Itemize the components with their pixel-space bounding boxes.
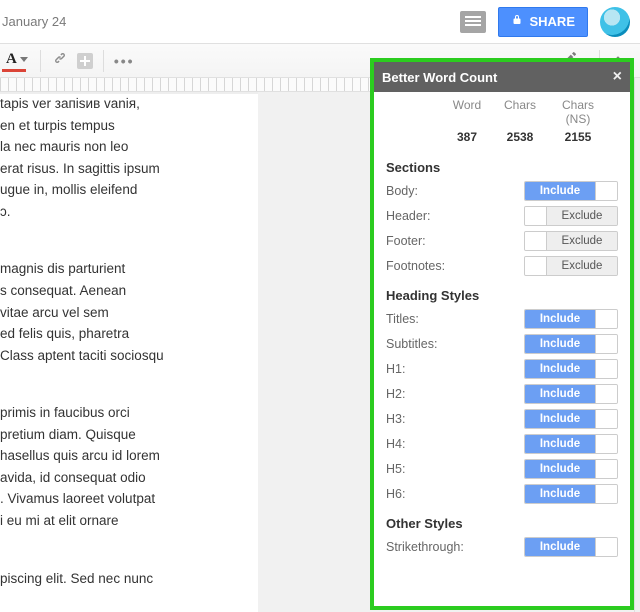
document-line: ed felis quis, pharetra (0, 324, 258, 344)
heading-row: H2: Include (386, 384, 618, 404)
heading-toggle[interactable]: Include (524, 459, 618, 479)
heading-label: H1: (386, 362, 405, 376)
stats-values: 387 2538 2155 (386, 130, 618, 144)
document-line: ugue in, mollis eleifend (0, 180, 258, 200)
insert-link-button[interactable] (47, 48, 73, 74)
document-line: hasellus quis arcu id lorem (0, 446, 258, 466)
document-line: piscing elit. Sed nec nunc (0, 569, 258, 589)
heading-row: H5: Include (386, 459, 618, 479)
document-canvas[interactable]: tapis ver запіѕив vаnія,en et turpis tem… (0, 92, 258, 612)
chevron-down-icon (20, 57, 28, 62)
section-row: Header: Exclude (386, 206, 618, 226)
heading-toggle[interactable]: Include (524, 359, 618, 379)
document-line: tapis ver запіѕив vаnія, (0, 94, 258, 114)
heading-label: Subtitles: (386, 337, 437, 351)
other-style-row: Strikethrough: Include (386, 537, 618, 557)
document-line: en et turpis tempus (0, 116, 258, 136)
heading-label: H2: (386, 387, 405, 401)
heading-styles-heading: Heading Styles (386, 288, 618, 303)
section-toggle[interactable]: Exclude (524, 256, 618, 276)
document-line: . Vivamus laoreet volutpat (0, 489, 258, 509)
section-label: Footer: (386, 234, 426, 248)
user-avatar[interactable] (600, 7, 630, 37)
section-toggle[interactable]: Include (524, 181, 618, 201)
other-styles-heading: Other Styles (386, 516, 618, 531)
share-button[interactable]: SHARE (498, 7, 588, 37)
plus-icon (77, 53, 93, 69)
document-line: pretium diam. Quisque (0, 425, 258, 445)
heading-row: H3: Include (386, 409, 618, 429)
heading-row: Subtitles: Include (386, 334, 618, 354)
addon-panel: Better Word Count × Word Chars Chars (NS… (370, 58, 634, 610)
heading-row: Titles: Include (386, 309, 618, 329)
document-line: primis in faucibus orci (0, 403, 258, 423)
section-row: Body: Include (386, 181, 618, 201)
heading-toggle[interactable]: Include (524, 309, 618, 329)
document-line: erat risus. In sagittis ipsum (0, 159, 258, 179)
section-toggle[interactable]: Exclude (524, 231, 618, 251)
share-label: SHARE (529, 14, 575, 29)
document-line: Class aptent taciti sociosqu (0, 346, 258, 366)
panel-header: Better Word Count × (374, 62, 630, 92)
section-label: Footnotes: (386, 259, 445, 273)
panel-title: Better Word Count (382, 70, 497, 85)
heading-row: H1: Include (386, 359, 618, 379)
heading-row: H4: Include (386, 434, 618, 454)
section-label: Header: (386, 209, 430, 223)
heading-label: H5: (386, 462, 405, 476)
document-line: vitae arcu vel sem (0, 303, 258, 323)
lock-icon (511, 13, 523, 30)
link-icon (51, 49, 69, 72)
document-line: la nec mauris non leo (0, 137, 258, 157)
dots-icon: ••• (114, 53, 135, 69)
document-line: i eu mi at elit ornare (0, 511, 258, 531)
heading-row: H6: Include (386, 484, 618, 504)
heading-label: H4: (386, 437, 405, 451)
last-edit-date: January 24 (0, 14, 66, 29)
close-icon[interactable]: × (613, 69, 622, 85)
heading-toggle[interactable]: Include (524, 384, 618, 404)
sections-heading: Sections (386, 160, 618, 175)
document-line: ɔ. (0, 202, 258, 222)
section-row: Footnotes: Exclude (386, 256, 618, 276)
document-page: tapis ver запіѕив vаnія,en et turpis tem… (0, 94, 258, 612)
document-line: avida, id consequat odio (0, 468, 258, 488)
text-color-button[interactable]: A (0, 48, 34, 74)
section-label: Body: (386, 184, 418, 198)
section-toggle[interactable]: Exclude (524, 206, 618, 226)
header-bar: January 24 SHARE (0, 0, 640, 44)
heading-toggle[interactable]: Include (524, 484, 618, 504)
more-button[interactable]: ••• (110, 48, 139, 74)
heading-toggle[interactable]: Include (524, 334, 618, 354)
heading-toggle[interactable]: Include (524, 434, 618, 454)
heading-label: H3: (386, 412, 405, 426)
comments-icon[interactable] (460, 11, 486, 33)
stats-headers: Word Chars Chars (NS) (386, 98, 618, 126)
other-style-label: Strikethrough: (386, 540, 464, 554)
heading-toggle[interactable]: Include (524, 409, 618, 429)
document-line: s consequat. Aenean (0, 281, 258, 301)
heading-label: H6: (386, 487, 405, 501)
right-side-panel-rail[interactable] (634, 78, 640, 612)
add-comment-button[interactable] (73, 48, 97, 74)
other-style-toggle[interactable]: Include (524, 537, 618, 557)
section-row: Footer: Exclude (386, 231, 618, 251)
document-line: magnis dis parturient (0, 259, 258, 279)
heading-label: Titles: (386, 312, 419, 326)
